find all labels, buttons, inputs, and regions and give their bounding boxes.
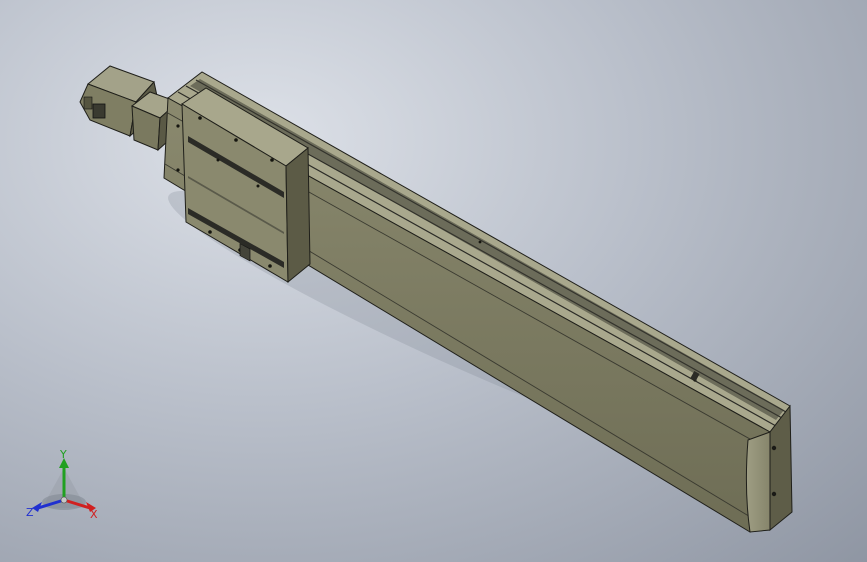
carriage[interactable] [181,87,311,284]
y-axis-label: Y [59,448,67,461]
motor-connector [92,103,106,119]
x-axis-label: X [90,508,98,521]
end-cap-screw [771,445,777,451]
linear-actuator-model[interactable] [0,0,867,562]
graphics-viewport[interactable]: Y X Z [0,0,867,562]
end-cap-screw [771,491,777,497]
coordinate-triad: Y X Z [26,448,98,521]
z-axis-label: Z [26,506,34,519]
triad-origin [60,496,68,504]
